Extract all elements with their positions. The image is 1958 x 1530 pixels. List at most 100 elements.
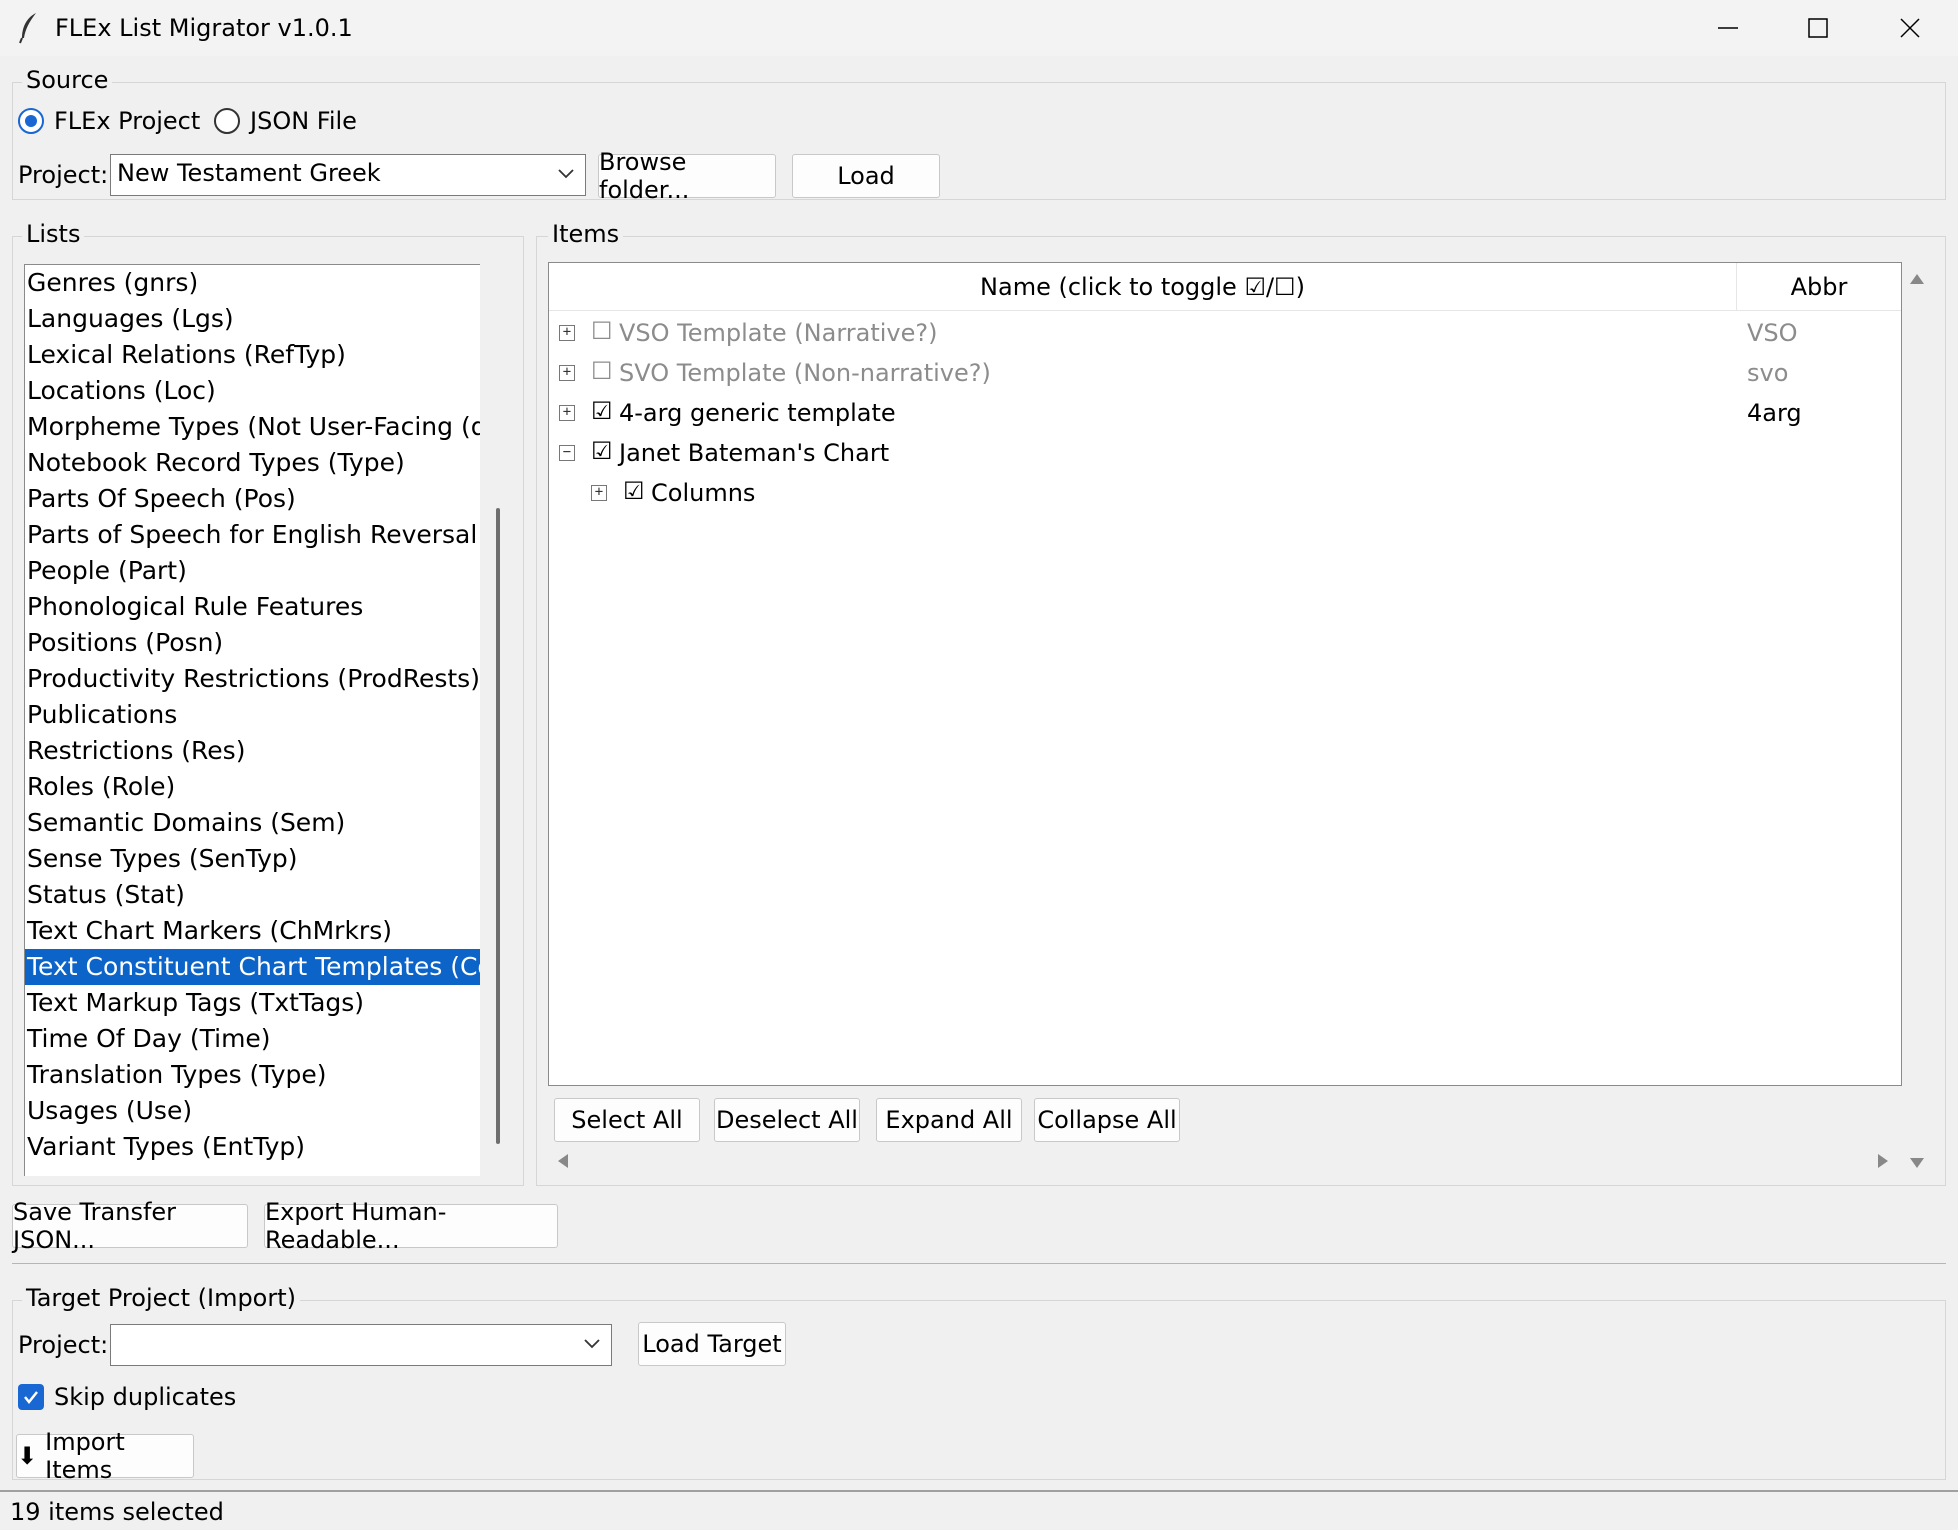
- expand-icon[interactable]: +: [559, 405, 575, 421]
- import-items-label: Import Items: [45, 1428, 125, 1484]
- minimize-button[interactable]: [1682, 0, 1774, 56]
- tree-row-name: 4-arg generic template: [619, 399, 896, 427]
- maximize-button[interactable]: [1772, 0, 1864, 56]
- load-button[interactable]: Load: [792, 154, 940, 198]
- list-item[interactable]: Semantic Domains (Sem): [25, 805, 480, 841]
- list-item[interactable]: Languages (Lgs): [25, 301, 480, 337]
- scroll-down-arrow-icon[interactable]: [1908, 1156, 1926, 1170]
- radio-json-file[interactable]: JSON File: [214, 107, 357, 135]
- checked-box-icon[interactable]: ☑: [623, 477, 645, 505]
- select-all-button[interactable]: Select All: [554, 1098, 700, 1142]
- project-label: Project:: [18, 161, 109, 189]
- target-project-combobox[interactable]: [110, 1324, 612, 1366]
- tree-row[interactable]: + ☑ 4-arg generic template 4arg: [549, 393, 1901, 433]
- close-button[interactable]: [1864, 0, 1956, 56]
- list-item[interactable]: Publications: [25, 697, 480, 733]
- expand-all-button[interactable]: Expand All: [876, 1098, 1022, 1142]
- tree-row-name: SVO Template (Non-narrative?): [619, 359, 991, 387]
- tree-row-name: VSO Template (Narrative?): [619, 319, 938, 347]
- tree-row[interactable]: + ☐ SVO Template (Non-narrative?) svo: [549, 353, 1901, 393]
- tree-row-name: Janet Bateman's Chart: [619, 439, 890, 467]
- checked-box-icon[interactable]: ☑: [591, 437, 613, 465]
- checkmark-icon: [24, 1391, 38, 1405]
- close-icon: [1900, 18, 1920, 38]
- scroll-left-arrow-icon[interactable]: [556, 1152, 570, 1170]
- list-item[interactable]: Genres (gnrs): [25, 265, 480, 301]
- collapse-icon[interactable]: −: [559, 445, 575, 461]
- skip-duplicates-label: Skip duplicates: [54, 1383, 237, 1411]
- expand-icon[interactable]: +: [559, 365, 575, 381]
- column-header-name[interactable]: Name (click to toggle ☑/☐): [549, 263, 1737, 311]
- list-item[interactable]: Notebook Record Types (Type): [25, 445, 480, 481]
- list-item[interactable]: Sense Types (SenTyp): [25, 841, 480, 877]
- tree-row-abbr: 4arg: [1747, 399, 1802, 427]
- list-item[interactable]: Restrictions (Res): [25, 733, 480, 769]
- scroll-up-arrow-icon[interactable]: [1908, 272, 1926, 286]
- title-bar: FLEx List Migrator v1.0.1: [0, 0, 1958, 56]
- list-item[interactable]: Parts Of Speech (Pos): [25, 481, 480, 517]
- lists-scrollbar[interactable]: [496, 508, 500, 1144]
- status-text: 19 items selected: [10, 1498, 224, 1526]
- tree-row[interactable]: + ☑ Columns: [549, 473, 1901, 513]
- export-human-readable-button[interactable]: Export Human-Readable...: [264, 1198, 558, 1254]
- tree-row-abbr: VSO: [1747, 319, 1798, 347]
- lists-listbox[interactable]: Genres (gnrs) Languages (Lgs) Lexical Rela…: [24, 264, 480, 1176]
- minimize-icon: [1718, 27, 1738, 29]
- target-group-label: Target Project (Import): [22, 1284, 300, 1312]
- source-group-label: Source: [22, 66, 113, 94]
- list-item[interactable]: Locations (Loc): [25, 373, 480, 409]
- list-item[interactable]: Positions (Posn): [25, 625, 480, 661]
- maximize-icon: [1808, 18, 1828, 38]
- status-bar: 19 items selected: [0, 1490, 1958, 1530]
- deselect-all-button[interactable]: Deselect All: [714, 1098, 860, 1142]
- tree-row-name: Columns: [651, 479, 756, 507]
- unchecked-box-icon[interactable]: ☐: [591, 357, 613, 385]
- tree-row[interactable]: − ☑ Janet Bateman's Chart: [549, 433, 1901, 473]
- browse-folder-button[interactable]: Browse folder...: [598, 148, 776, 204]
- project-combobox[interactable]: New Testament Greek: [110, 154, 586, 196]
- lists-group-label: Lists: [22, 220, 85, 248]
- list-item[interactable]: Time Of Day (Time): [25, 1021, 480, 1057]
- list-item[interactable]: Text Markup Tags (TxtTags): [25, 985, 480, 1021]
- list-item[interactable]: Text Constituent Chart Templates (Con: [25, 949, 480, 985]
- chevron-down-icon: [558, 169, 574, 179]
- checked-box-icon[interactable]: ☑: [591, 397, 613, 425]
- column-header-abbr[interactable]: Abbr: [1737, 263, 1901, 311]
- items-treeview[interactable]: Name (click to toggle ☑/☐) Abbr + ☐ VSO Te…: [548, 262, 1902, 1086]
- load-target-button[interactable]: Load Target: [638, 1322, 786, 1366]
- tree-header: Name (click to toggle ☑/☐) Abbr: [549, 263, 1901, 311]
- unchecked-box-icon[interactable]: ☐: [591, 317, 613, 345]
- list-item[interactable]: Translation Types (Type): [25, 1057, 480, 1093]
- list-item[interactable]: Roles (Role): [25, 769, 480, 805]
- expand-icon[interactable]: +: [559, 325, 575, 341]
- list-item[interactable]: Morpheme Types (Not User-Facing (dc: [25, 409, 480, 445]
- collapse-all-button[interactable]: Collapse All: [1034, 1098, 1180, 1142]
- list-item[interactable]: People (Part): [25, 553, 480, 589]
- list-item[interactable]: Phonological Rule Features: [25, 589, 480, 625]
- import-items-button[interactable]: ⬇ Import Items: [16, 1428, 194, 1484]
- list-item[interactable]: Variant Types (EntTyp): [25, 1129, 480, 1165]
- save-transfer-json-button[interactable]: Save Transfer JSON...: [12, 1198, 248, 1254]
- list-item[interactable]: Parts of Speech for English Reversal In: [25, 517, 480, 553]
- list-item[interactable]: Lexical Relations (RefTyp): [25, 337, 480, 373]
- list-item[interactable]: Status (Stat): [25, 877, 480, 913]
- radio-unselected-icon: [214, 108, 240, 134]
- window-title: FLEx List Migrator v1.0.1: [55, 14, 353, 42]
- expand-icon[interactable]: +: [591, 485, 607, 501]
- tree-row-abbr: svo: [1747, 359, 1789, 387]
- radio-flex-project[interactable]: FLEx Project: [18, 107, 200, 135]
- radio-selected-icon: [18, 108, 44, 134]
- arrow-down-icon: ⬇: [17, 1442, 38, 1470]
- list-item[interactable]: Productivity Restrictions (ProdRests): [25, 661, 480, 697]
- tree-row[interactable]: + ☐ VSO Template (Narrative?) VSO: [549, 313, 1901, 353]
- skip-duplicates-checkbox[interactable]: [18, 1384, 44, 1410]
- list-item[interactable]: Text Chart Markers (ChMrkrs): [25, 913, 480, 949]
- radio-flex-project-label: FLEx Project: [54, 107, 201, 135]
- feather-icon: [19, 13, 36, 44]
- list-item[interactable]: Usages (Use): [25, 1093, 480, 1129]
- radio-json-file-label: JSON File: [250, 107, 357, 135]
- separator: [12, 1263, 1946, 1264]
- chevron-down-icon: [584, 1339, 600, 1349]
- target-project-label: Project:: [18, 1331, 109, 1359]
- scroll-right-arrow-icon[interactable]: [1876, 1152, 1890, 1170]
